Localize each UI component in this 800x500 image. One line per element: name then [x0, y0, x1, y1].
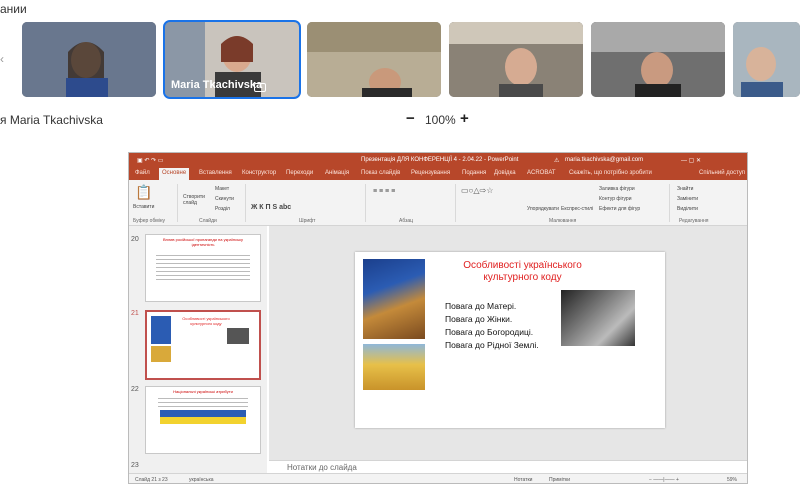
- shape-outline-button[interactable]: Контур фігури: [599, 196, 631, 202]
- tab-transitions[interactable]: Переходи: [286, 170, 313, 176]
- participant-tile[interactable]: [733, 22, 800, 97]
- new-slide-button[interactable]: Створити слайд: [183, 194, 209, 206]
- ppt-ribbon-tabs: Файл Основне Вставлення Конструктор Пере…: [129, 167, 747, 180]
- select-button[interactable]: Виділити: [677, 206, 698, 212]
- ppt-zoom-level: 59%: [727, 477, 738, 483]
- pin-icon[interactable]: +: [254, 83, 266, 92]
- zoom-out-button[interactable]: −: [406, 110, 415, 127]
- quick-styles-button[interactable]: Експрес-стилі: [561, 206, 593, 212]
- participant-video: [22, 22, 156, 97]
- shared-powerpoint-window: ▣ ↶ ↷ ▭ Презентація ДЛЯ КОНФЕРЕНЦІЇ 4 - …: [128, 152, 748, 484]
- slides-group-label: Слайди: [199, 218, 217, 224]
- sunflower-field-image: [363, 344, 425, 390]
- tab-animations[interactable]: Анімація: [325, 170, 349, 176]
- tab-review[interactable]: Рецензування: [411, 170, 450, 176]
- share-button[interactable]: Спільний доступ: [699, 170, 745, 176]
- shape-effects-button[interactable]: Ефекти для фігур: [599, 206, 640, 212]
- tab-view[interactable]: Подання: [462, 170, 486, 176]
- font-group-label: Шрифт: [299, 218, 316, 224]
- presenter-label: я Maria Tkachivska: [0, 113, 103, 127]
- language-indicator: українська: [189, 477, 214, 483]
- arrange-button[interactable]: Упорядкувати: [527, 206, 559, 212]
- slide-title[interactable]: Особливості українського культурного код…: [445, 260, 600, 284]
- ppt-status-bar: Слайд 21 з 23 українська Нотатки Примітк…: [129, 473, 747, 483]
- font-format-buttons[interactable]: Ж К П S abc: [251, 204, 291, 211]
- tab-acrobat[interactable]: ACROBAT: [527, 170, 556, 176]
- ppt-account: maria.tkachivska@gmail.com: [565, 157, 644, 163]
- slide-thumbnail-selected[interactable]: Особливості українського культурного код…: [145, 310, 261, 380]
- ppt-ribbon: 📋 Вставити Буфер обміну Створити слайд М…: [129, 180, 747, 226]
- slide-thumbnails-pane[interactable]: 20 Вплив російської пропаганди на україн…: [129, 226, 267, 473]
- participant-tile[interactable]: [591, 22, 725, 97]
- paragraph-buttons[interactable]: ≡ ≡ ≡ ≡: [373, 188, 395, 195]
- slide-counter: Слайд 21 з 23: [135, 477, 168, 483]
- list-item: Повага до Богородиці.: [445, 327, 534, 337]
- find-button[interactable]: Знайти: [677, 186, 693, 192]
- notes-button[interactable]: Нотатки: [514, 477, 532, 483]
- shapes-gallery[interactable]: ▭○△⇨☆: [461, 186, 493, 195]
- tab-slideshow[interactable]: Показ слайдів: [361, 170, 400, 176]
- list-item: Повага до Рідної Землі.: [445, 340, 539, 350]
- warning-icon: ⚠: [554, 158, 560, 164]
- clipboard-group-label: Буфер обміну: [133, 218, 166, 224]
- slide-editor[interactable]: Особливості українського культурного код…: [269, 226, 747, 460]
- participant-tile[interactable]: [449, 22, 583, 97]
- paragraph-group-label: Абзац: [399, 218, 414, 224]
- tab-file[interactable]: Файл: [135, 170, 150, 176]
- tab-insert[interactable]: Вставлення: [199, 170, 232, 176]
- shape-fill-button[interactable]: Заливка фігури: [599, 186, 635, 192]
- window-controls[interactable]: — ▢ ✕: [681, 157, 701, 164]
- section-button[interactable]: Розділ: [215, 206, 230, 212]
- replace-button[interactable]: Замінити: [677, 196, 698, 202]
- participant-tile[interactable]: [307, 22, 441, 97]
- participant-video: [591, 22, 725, 97]
- tell-me-search[interactable]: Скажіть, що потрібно зробити: [569, 170, 652, 176]
- slide-thumbnail[interactable]: Національні українські атрибути: [145, 386, 261, 454]
- tab-help[interactable]: Довідка: [494, 170, 516, 176]
- layout-button[interactable]: Макет: [215, 186, 229, 192]
- current-slide[interactable]: Особливості українського культурного код…: [355, 252, 665, 428]
- participant-tile-active[interactable]: Maria Tkachivska +: [163, 20, 301, 99]
- reset-button[interactable]: Скинути: [215, 196, 234, 202]
- slide-thumbnail[interactable]: Вплив російської пропаганди на українськ…: [145, 234, 261, 302]
- thumb-title: Вплив російської пропаганди на українськ…: [163, 237, 243, 247]
- tab-home[interactable]: Основне: [159, 168, 190, 180]
- participant-video: [449, 22, 583, 97]
- slide-bullet-list[interactable]: Повага до Матері. Повага до Жінки. Поваг…: [445, 300, 539, 352]
- list-item: Повага до Жінки.: [445, 314, 513, 324]
- thumb-number: 22: [131, 386, 139, 393]
- participant-video: [733, 22, 800, 97]
- madonna-image: [363, 259, 425, 339]
- tab-design[interactable]: Конструктор: [242, 170, 276, 176]
- drawing-group-label: Малювання: [549, 218, 577, 224]
- participant-video: [307, 22, 441, 97]
- thumb-number: 21: [131, 310, 139, 317]
- ppt-filename: Презентація ДЛЯ КОНФЕРЕНЦІЇ 4 - 2.04.22 …: [361, 157, 519, 163]
- window-title-fragment: ании: [0, 2, 27, 16]
- zoom-level: 100%: [425, 113, 456, 127]
- scroll-left-icon[interactable]: ‹: [0, 52, 10, 66]
- list-item: Повага до Матері.: [445, 301, 517, 311]
- participant-tile[interactable]: [22, 22, 156, 97]
- comments-button[interactable]: Примітки: [549, 477, 570, 483]
- editing-group-label: Редагування: [679, 218, 709, 224]
- ppt-titlebar: ▣ ↶ ↷ ▭ Презентація ДЛЯ КОНФЕРЕНЦІЇ 4 - …: [129, 153, 747, 167]
- thumb-title: Особливості українського культурного код…: [182, 316, 230, 326]
- thumb-title: Національні українські атрибути: [173, 389, 233, 394]
- paste-icon[interactable]: 📋: [135, 184, 152, 201]
- zoom-slider[interactable]: − ——|—— +: [649, 477, 679, 483]
- elderly-woman-photo: [561, 290, 635, 346]
- thumb-number: 20: [131, 236, 139, 243]
- save-icon[interactable]: ▣ ↶ ↷ ▭: [137, 157, 163, 164]
- thumb-number: 23: [131, 462, 139, 469]
- zoom-in-button[interactable]: +: [460, 110, 469, 127]
- participant-name: Maria Tkachivska: [171, 79, 263, 91]
- paste-button[interactable]: Вставити: [133, 204, 154, 210]
- notes-pane[interactable]: Нотатки до слайда: [269, 460, 747, 473]
